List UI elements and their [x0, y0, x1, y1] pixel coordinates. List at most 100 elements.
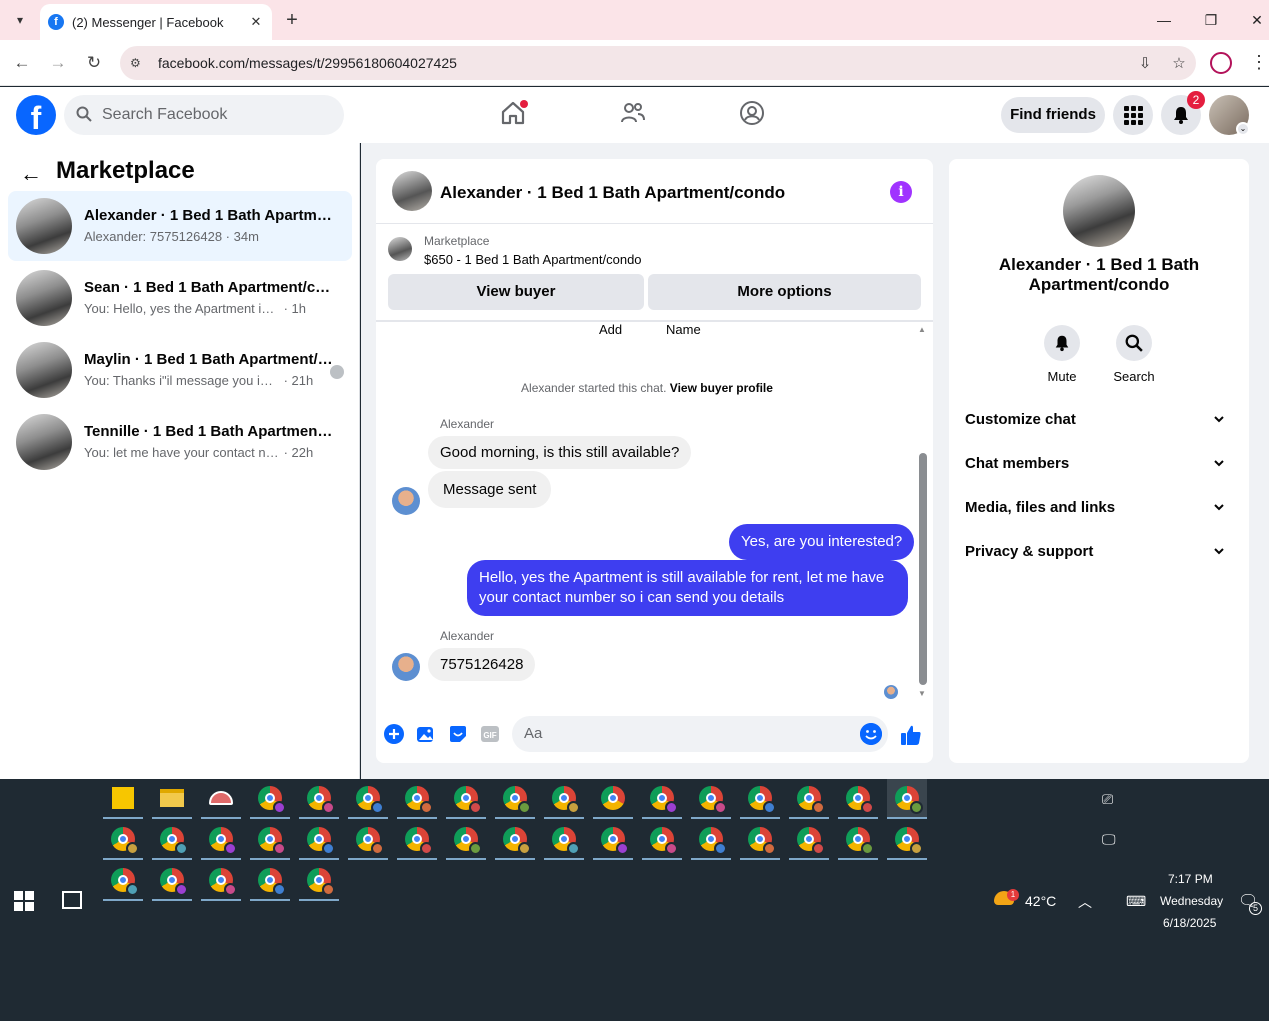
chrome-profile-icon[interactable] — [348, 779, 388, 819]
chrome-profile-icon[interactable] — [642, 779, 682, 819]
privacy-support-row[interactable]: Privacy & support — [965, 531, 1233, 575]
clock-time[interactable]: 7:17 PM — [1168, 872, 1213, 886]
conversation-item[interactable]: Tennille · 1 Bed 1 Bath Apartment/condo … — [8, 407, 352, 477]
chrome-profile-icon[interactable] — [250, 861, 290, 901]
chrome-profile-icon[interactable] — [691, 779, 731, 819]
chrome-profile-icon[interactable] — [152, 861, 192, 901]
view-buyer-button[interactable]: View buyer — [388, 274, 644, 310]
gif-icon[interactable]: GIF — [480, 724, 502, 746]
desktop-icon[interactable]: 🖵 — [1102, 831, 1116, 848]
install-app-icon[interactable]: ⇩ — [1128, 54, 1162, 72]
chrome-profile-icon[interactable] — [593, 820, 633, 860]
incoming-message[interactable]: 7575126428 — [428, 648, 536, 681]
account-chevron-icon[interactable]: ⌄ — [1236, 122, 1250, 136]
scroll-up-icon[interactable]: ▲ — [918, 325, 926, 334]
emoji-icon[interactable] — [860, 723, 882, 745]
chrome-profile-icon[interactable] — [201, 820, 241, 860]
restore-icon[interactable]: ❐ — [1188, 0, 1234, 40]
menu-grid-icon[interactable] — [1113, 95, 1153, 135]
clock-day[interactable]: Wednesday — [1160, 894, 1223, 908]
address-bar[interactable]: ⚙ facebook.com/messages/t/29956180604027… — [120, 46, 1196, 80]
close-window-icon[interactable]: ✕ — [1234, 0, 1269, 40]
forward-icon[interactable]: → — [46, 51, 70, 75]
chrome-profile-icon[interactable] — [887, 820, 927, 860]
scroll-down-icon[interactable]: ▼ — [918, 689, 926, 698]
conversation-item[interactable]: Sean · 1 Bed 1 Bath Apartment/condo You:… — [8, 263, 352, 333]
reload-icon[interactable]: ↻ — [82, 51, 106, 75]
snipping-tool-icon[interactable] — [201, 779, 241, 819]
listing-title[interactable]: $650 - 1 Bed 1 Bath Apartment/condo — [424, 252, 642, 267]
file-explorer-icon[interactable] — [152, 779, 192, 819]
chrome-profile-icon[interactable] — [887, 779, 927, 819]
chrome-profile-icon[interactable] — [397, 779, 437, 819]
chrome-profile-icon[interactable] — [201, 861, 241, 901]
chrome-profile-icon[interactable] — [495, 820, 535, 860]
chrome-profile-icon[interactable] — [299, 861, 339, 901]
chrome-profile-icon[interactable] — [789, 820, 829, 860]
meet-now-icon[interactable]: ⎚ — [1102, 791, 1113, 808]
details-avatar[interactable] — [1063, 175, 1135, 247]
chat-members-row[interactable]: Chat members — [965, 443, 1233, 487]
media-files-links-row[interactable]: Media, files and links — [965, 487, 1233, 531]
chat-avatar[interactable] — [392, 171, 432, 211]
chrome-profile-icon[interactable] — [838, 779, 878, 819]
customize-chat-row[interactable]: Customize chat — [965, 399, 1233, 443]
sticky-notes-icon[interactable] — [103, 779, 143, 819]
temperature[interactable]: 42°C — [1025, 893, 1056, 909]
chrome-profile-icon[interactable] — [838, 820, 878, 860]
outgoing-message[interactable]: Yes, are you interested? — [729, 524, 915, 560]
browser-profile-icon[interactable] — [1210, 52, 1232, 74]
info-icon[interactable]: i — [890, 181, 912, 203]
chrome-profile-icon[interactable] — [544, 779, 584, 819]
chrome-profile-icon[interactable] — [348, 820, 388, 860]
windows-start-icon[interactable] — [14, 891, 34, 911]
chrome-profile-icon[interactable] — [446, 820, 486, 860]
chrome-profile-icon[interactable] — [299, 779, 339, 819]
friends-icon[interactable] — [619, 99, 647, 127]
plus-circle-icon[interactable] — [384, 724, 406, 746]
chrome-profile-icon[interactable] — [740, 820, 780, 860]
keyboard-icon[interactable]: ⌨ — [1126, 893, 1146, 910]
thumbs-up-icon[interactable] — [900, 724, 922, 746]
more-options-button[interactable]: More options — [648, 274, 921, 310]
chrome-profile-icon[interactable] — [789, 779, 829, 819]
chrome-profile-icon[interactable] — [446, 779, 486, 819]
conversation-item[interactable]: Alexander · 1 Bed 1 Bath Apartment/condo… — [8, 191, 352, 261]
browser-menu-icon[interactable]: ⋮ — [1250, 50, 1268, 74]
new-tab-button[interactable]: + — [280, 8, 304, 32]
groups-icon[interactable] — [738, 99, 766, 127]
site-settings-icon[interactable]: ⚙ — [130, 56, 146, 70]
chrome-profile-icon[interactable] — [740, 779, 780, 819]
task-view-icon[interactable] — [62, 891, 82, 909]
chrome-profile-icon[interactable] — [299, 820, 339, 860]
chrome-profile-icon[interactable] — [397, 820, 437, 860]
back-arrow-icon[interactable]: ← — [20, 161, 42, 187]
chrome-profile-icon[interactable] — [103, 861, 143, 901]
chrome-profile-icon[interactable] — [103, 820, 143, 860]
message-input[interactable]: Aa — [512, 716, 888, 752]
facebook-logo[interactable]: f — [16, 95, 56, 136]
find-friends-button[interactable]: Find friends — [1001, 97, 1105, 133]
bookmark-star-icon[interactable]: ☆ — [1162, 54, 1196, 72]
incoming-message[interactable]: Good morning, is this still available? — [428, 436, 692, 469]
sender-avatar[interactable] — [392, 487, 420, 515]
view-buyer-profile-link[interactable]: View buyer profile — [670, 381, 773, 395]
sender-avatar[interactable] — [392, 653, 420, 681]
chrome-profile-icon[interactable] — [642, 820, 682, 860]
sticker-icon[interactable] — [448, 724, 470, 746]
tab-close-icon[interactable]: ✕ — [246, 14, 266, 30]
chrome-profile-icon[interactable] — [593, 779, 633, 819]
chrome-profile-icon[interactable] — [152, 820, 192, 860]
chat-title[interactable]: Alexander · 1 Bed 1 Bath Apartment/condo — [440, 183, 785, 203]
chrome-profile-icon[interactable] — [495, 779, 535, 819]
tab-search-dropdown[interactable]: ▾ — [6, 6, 34, 34]
chrome-profile-icon[interactable] — [250, 779, 290, 819]
clock-date[interactable]: 6/18/2025 — [1163, 916, 1216, 930]
conversation-item[interactable]: Maylin · 1 Bed 1 Bath Apartment/condo Yo… — [8, 335, 352, 405]
scrollbar-thumb[interactable] — [919, 453, 927, 685]
chrome-profile-icon[interactable] — [250, 820, 290, 860]
browser-tab[interactable]: f (2) Messenger | Facebook ✕ — [40, 4, 272, 40]
search-chat-button[interactable]: Search — [1104, 325, 1164, 384]
minimize-icon[interactable]: — — [1141, 0, 1187, 40]
outgoing-message[interactable]: Hello, yes the Apartment is still availa… — [467, 560, 908, 616]
